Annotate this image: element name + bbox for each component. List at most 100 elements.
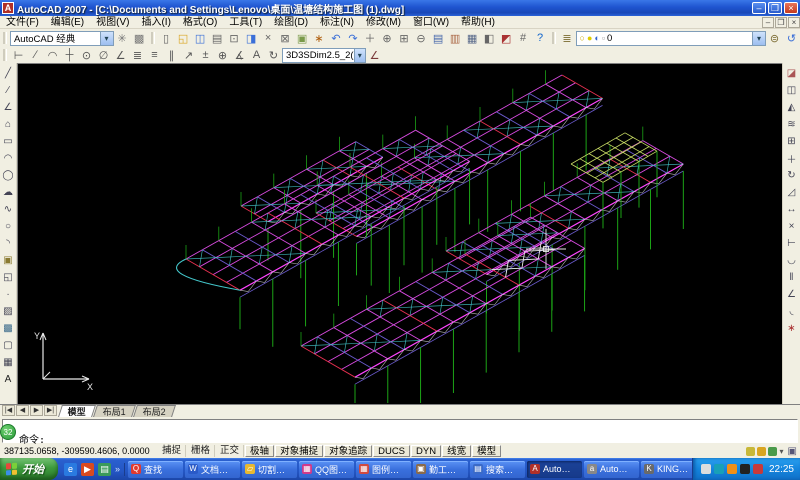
start-button[interactable]: 开始 — [0, 458, 58, 480]
download-icon[interactable] — [727, 464, 737, 474]
tab-nav-2[interactable]: ▶ — [30, 405, 43, 416]
trim-button[interactable]: × — [784, 219, 799, 234]
break-at-point-button[interactable]: ◡ — [784, 253, 799, 268]
menu-item-2[interactable]: 视图(V) — [90, 16, 135, 29]
dim-radius-icon[interactable]: ⊙ — [78, 47, 95, 63]
toggle-对象捕捉[interactable]: 对象捕捉 — [275, 445, 323, 457]
command-prompt[interactable]: 命令: — [19, 431, 797, 443]
copy-clip-icon[interactable]: ⊠ — [277, 30, 294, 46]
erase-button[interactable]: ◪ — [784, 66, 799, 81]
mdi-close-button[interactable]: × — [788, 17, 800, 28]
zoom-previous-icon[interactable]: ⊖ — [413, 30, 430, 46]
tool-palettes-icon[interactable]: ▦ — [464, 30, 481, 46]
paste-icon[interactable]: ▣ — [294, 30, 311, 46]
messenger-icon[interactable] — [714, 464, 724, 474]
dim-edit-icon[interactable]: ∡ — [231, 47, 248, 63]
plot-icon[interactable]: ▤ — [209, 30, 226, 46]
make-layer-current-icon[interactable]: ⊜ — [766, 30, 783, 46]
media-icon[interactable]: ▶ — [81, 463, 94, 476]
ie-icon[interactable]: e — [64, 463, 77, 476]
tolerance-icon[interactable]: ± — [197, 47, 214, 63]
polyline-button[interactable]: ∠ — [1, 100, 16, 115]
task-button-0[interactable]: Q查找 — [128, 461, 183, 478]
dim-quick-icon[interactable]: ≣ — [129, 47, 146, 63]
properties-palette-icon[interactable]: ▤ — [430, 30, 447, 46]
toolbar-grip[interactable] — [3, 32, 7, 44]
multiline-text-button[interactable]: A — [1, 372, 16, 387]
ellipse-button[interactable]: ○ — [1, 219, 16, 234]
zoom-window-icon[interactable]: ⊞ — [396, 30, 413, 46]
tab-nav-0[interactable]: |◀ — [2, 405, 15, 416]
toolbar-grip[interactable] — [3, 49, 7, 61]
mdi-minimize-button[interactable]: – — [762, 17, 774, 28]
toggle-对象追踪[interactable]: 对象追踪 — [324, 445, 372, 457]
explode-button[interactable]: ∗ — [784, 321, 799, 336]
point-button[interactable]: ∙ — [1, 287, 16, 302]
toggle-正交[interactable]: 正交 — [216, 445, 244, 457]
task-button-7[interactable]: AAuto… — [527, 461, 582, 478]
insert-block-button[interactable]: ▣ — [1, 253, 16, 268]
toggle-模型[interactable]: 模型 — [472, 445, 501, 457]
rectangle-button[interactable]: ▭ — [1, 134, 16, 149]
quickcalc-icon[interactable]: # — [515, 30, 532, 46]
circle-button[interactable]: ◯ — [1, 168, 16, 183]
toolbar-grip[interactable] — [151, 32, 155, 44]
task-button-9[interactable]: KKING… — [641, 461, 692, 478]
arc-button[interactable]: ◠ — [1, 151, 16, 166]
dim-style-manager-icon[interactable]: ∠ — [366, 47, 383, 63]
toggle-DYN[interactable]: DYN — [411, 445, 441, 457]
stretch-button[interactable]: ↔ — [784, 202, 799, 217]
qq-icon[interactable] — [740, 464, 750, 474]
save-file-icon[interactable]: ◫ — [192, 30, 209, 46]
fillet-button[interactable]: ◟ — [784, 304, 799, 319]
task-button-2[interactable]: ▱切割… — [242, 461, 297, 478]
spline-button[interactable]: ∿ — [1, 202, 16, 217]
ellipse-arc-button[interactable]: ◝ — [1, 236, 16, 251]
menu-item-8[interactable]: 修改(M) — [360, 16, 407, 29]
undo-icon[interactable]: ↶ — [328, 30, 345, 46]
menu-item-6[interactable]: 绘图(D) — [268, 16, 314, 29]
dim-angular-icon[interactable]: ∠ — [112, 47, 129, 63]
menu-item-0[interactable]: 文件(F) — [0, 16, 45, 29]
menu-item-9[interactable]: 窗口(W) — [407, 16, 455, 29]
task-button-8[interactable]: aAuto… — [584, 461, 639, 478]
tab-模型[interactable]: 模型 — [58, 405, 96, 417]
line-button[interactable]: ╱ — [1, 66, 16, 81]
security-icon[interactable] — [753, 464, 763, 474]
copy-button[interactable]: ◫ — [784, 83, 799, 98]
plot-preview-icon[interactable]: ⊡ — [226, 30, 243, 46]
workspace-settings-icon[interactable]: ✳ — [114, 30, 131, 46]
task-button-4[interactable]: ▦图例… — [356, 461, 411, 478]
sheet-set-manager-icon[interactable]: ◧ — [481, 30, 498, 46]
hatch-button[interactable]: ▨ — [1, 304, 16, 319]
title-bar[interactable]: A AutoCAD 2007 - [C:\Documents and Setti… — [0, 0, 800, 16]
restore-button[interactable]: ❐ — [768, 2, 782, 14]
task-button-3[interactable]: ▦QQ图… — [299, 461, 354, 478]
cut-icon[interactable]: × — [260, 30, 277, 46]
dim-aligned-icon[interactable]: ∕ — [27, 47, 44, 63]
rotate-button[interactable]: ↻ — [784, 168, 799, 183]
offset-button[interactable]: ≋ — [784, 117, 799, 132]
workspace-save-icon[interactable]: ▩ — [131, 30, 148, 46]
menu-item-4[interactable]: 格式(O) — [177, 16, 223, 29]
move-button[interactable]: ＋ — [784, 151, 799, 166]
tray-expand-icon[interactable]: ▾ — [780, 447, 784, 456]
designcenter-icon[interactable]: ▥ — [447, 30, 464, 46]
annotation-lock-icon[interactable] — [746, 447, 755, 456]
layer-properties-manager-icon[interactable]: ≣ — [559, 30, 576, 46]
mirror-button[interactable]: ◭ — [784, 100, 799, 115]
pan-icon[interactable]: ＋ — [362, 30, 379, 46]
dim-linear-icon[interactable]: ⊢ — [10, 47, 27, 63]
clean-screen-icon[interactable]: ▣ — [788, 446, 797, 457]
dim-ordinate-icon[interactable]: ┼ — [61, 47, 78, 63]
task-button-5[interactable]: ▣勤工… — [413, 461, 468, 478]
workspace-dropdown[interactable]: AutoCAD 经典 ▾ — [10, 31, 114, 46]
tab-布局2[interactable]: 布局2 — [133, 405, 176, 417]
help-icon[interactable]: ? — [532, 30, 549, 46]
tab-nav-1[interactable]: ◀ — [16, 405, 29, 416]
desktop-icon[interactable]: ▤ — [98, 463, 111, 476]
menu-item-5[interactable]: 工具(T) — [223, 16, 268, 29]
center-mark-icon[interactable]: ⊕ — [214, 47, 231, 63]
new-file-icon[interactable]: ▯ — [158, 30, 175, 46]
menu-item-10[interactable]: 帮助(H) — [455, 16, 501, 29]
